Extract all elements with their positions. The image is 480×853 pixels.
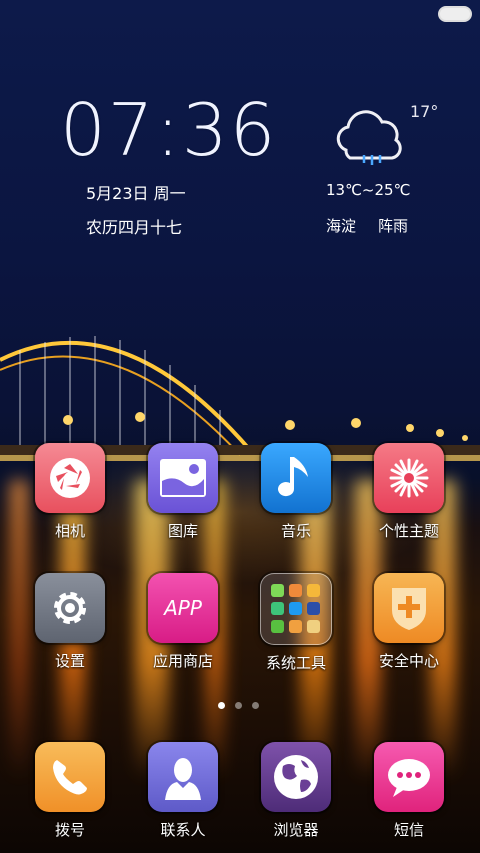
app-label: 设置 xyxy=(54,652,85,670)
gear-icon xyxy=(35,573,105,643)
app-label: 联系人 xyxy=(160,821,206,839)
status-indicator xyxy=(438,6,472,22)
cloud-moon-rain-icon[interactable] xyxy=(332,100,414,170)
folder-icon xyxy=(260,573,332,645)
clock-time[interactable]: 07:36 xyxy=(60,88,278,172)
app-label: 个性主题 xyxy=(378,522,439,540)
lunar-date: 农历四月十七 xyxy=(86,218,183,237)
weather-condition: 阵雨 xyxy=(378,217,409,235)
message-icon xyxy=(374,742,444,812)
app-label: 安全中心 xyxy=(378,652,439,670)
app-label: 拨号 xyxy=(54,821,85,839)
app-camera[interactable]: 相机 xyxy=(15,443,125,541)
page-dot[interactable] xyxy=(235,702,242,709)
app-store-icon: APP xyxy=(148,573,218,643)
app-contacts[interactable]: 联系人 xyxy=(128,742,238,840)
app-label: 系统工具 xyxy=(265,654,326,672)
app-security-center[interactable]: 安全中心 xyxy=(354,573,464,671)
camera-aperture-icon xyxy=(35,443,105,513)
gallery-icon xyxy=(148,443,218,513)
app-settings[interactable]: 设置 xyxy=(15,573,125,671)
music-note-icon xyxy=(261,443,331,513)
app-label: 音乐 xyxy=(280,522,311,540)
theme-flower-icon xyxy=(374,443,444,513)
app-label: 相机 xyxy=(54,522,85,540)
app-messages[interactable]: 短信 xyxy=(354,742,464,840)
app-store[interactable]: APP 应用商店 xyxy=(128,573,238,671)
page-indicator[interactable] xyxy=(218,702,259,709)
temperature-range: 13℃~25℃ xyxy=(326,181,411,199)
clock-date: 5月23日 周一 xyxy=(86,184,186,203)
app-store-icon-text: APP xyxy=(164,596,202,620)
page-dot-active[interactable] xyxy=(218,702,225,709)
globe-icon xyxy=(261,742,331,812)
app-music[interactable]: 音乐 xyxy=(241,443,351,541)
shield-plus-icon xyxy=(374,573,444,643)
phone-icon xyxy=(35,742,105,812)
app-gallery[interactable]: 图库 xyxy=(128,443,238,541)
app-folder-system-tools[interactable]: 系统工具 xyxy=(241,573,351,673)
app-browser[interactable]: 浏览器 xyxy=(241,742,351,840)
app-label: 图库 xyxy=(167,522,198,540)
contact-icon xyxy=(148,742,218,812)
weather-location: 海淀 xyxy=(326,217,357,235)
app-label: 浏览器 xyxy=(273,821,319,839)
current-temperature: 17° xyxy=(410,102,439,121)
app-label: 应用商店 xyxy=(152,652,213,670)
app-label: 短信 xyxy=(393,821,424,839)
app-themes[interactable]: 个性主题 xyxy=(354,443,464,541)
app-dialer[interactable]: 拨号 xyxy=(15,742,125,840)
page-dot[interactable] xyxy=(252,702,259,709)
